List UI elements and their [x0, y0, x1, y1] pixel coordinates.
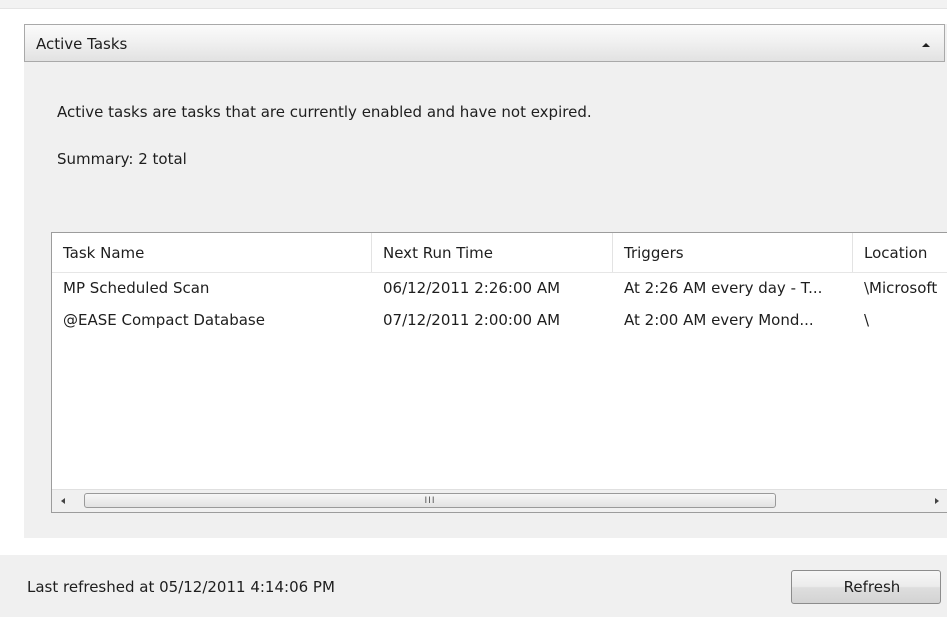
cell-triggers: At 2:26 AM every day - T...: [624, 279, 823, 297]
chevron-up-icon: [922, 43, 930, 47]
table-header: Task Name Next Run Time Triggers Locatio…: [52, 233, 947, 273]
scroll-thumb[interactable]: III: [84, 493, 776, 508]
cell-location: \Microsoft: [864, 279, 938, 297]
tasks-table: Task Name Next Run Time Triggers Locatio…: [51, 232, 947, 513]
cell-task-name: MP Scheduled Scan: [63, 279, 210, 297]
column-header-triggers[interactable]: Triggers: [613, 233, 853, 272]
column-header-next-run-time[interactable]: Next Run Time: [372, 233, 613, 272]
cell-next-run-time: 06/12/2011 2:26:00 AM: [383, 279, 561, 297]
refresh-button[interactable]: Refresh: [791, 570, 941, 604]
arrow-right-icon: [935, 498, 939, 504]
section-title: Active Tasks: [36, 35, 128, 53]
table-row[interactable]: @EASE Compact Database 07/12/2011 2:00:0…: [52, 304, 947, 336]
column-header-task-name[interactable]: Task Name: [52, 233, 372, 272]
table-row[interactable]: MP Scheduled Scan 06/12/2011 2:26:00 AM …: [52, 272, 947, 304]
scroll-left-button[interactable]: [52, 490, 74, 512]
scroll-thumb-grip: III: [424, 496, 436, 506]
section-header[interactable]: Active Tasks: [24, 24, 945, 62]
horizontal-scrollbar[interactable]: III: [52, 489, 947, 512]
top-divider: [0, 0, 947, 9]
active-tasks-section: Active Tasks Active tasks are tasks that…: [24, 24, 947, 538]
cell-triggers: At 2:00 AM every Mond...: [624, 311, 814, 329]
section-description: Active tasks are tasks that are currentl…: [57, 103, 592, 121]
cell-task-name: @EASE Compact Database: [63, 311, 265, 329]
summary-text: Summary: 2 total: [57, 150, 187, 168]
status-bar: Last refreshed at 05/12/2011 4:14:06 PM …: [0, 555, 947, 617]
collapse-button[interactable]: [920, 40, 932, 50]
column-header-location[interactable]: Location: [853, 233, 947, 272]
scroll-right-button[interactable]: [926, 490, 947, 512]
cell-location: \: [864, 311, 870, 329]
last-refreshed-text: Last refreshed at 05/12/2011 4:14:06 PM: [27, 578, 335, 596]
arrow-left-icon: [61, 498, 65, 504]
cell-next-run-time: 07/12/2011 2:00:00 AM: [383, 311, 561, 329]
